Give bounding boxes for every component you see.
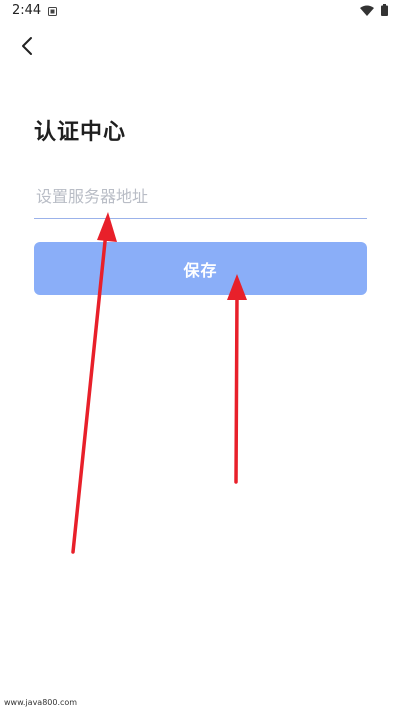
- watermark: www.java800.com: [4, 698, 78, 707]
- back-button[interactable]: [14, 32, 42, 60]
- annotation-layer: [71, 212, 247, 554]
- arrow-to-save-button: [227, 274, 247, 484]
- chevron-left-icon: [22, 37, 32, 55]
- status-time: 2:44: [12, 3, 42, 18]
- status-bar: 2:44: [0, 0, 401, 24]
- save-button-label: 保存: [183, 260, 218, 280]
- save-button[interactable]: 保存: [34, 242, 367, 295]
- battery-icon: [381, 4, 388, 16]
- wifi-icon: [360, 5, 374, 16]
- sim-card-icon: [48, 7, 57, 16]
- page-title: 认证中心: [34, 120, 127, 145]
- auth-center-screen: 2:44 认证中心 保存 w: [0, 0, 401, 713]
- server-address-input[interactable]: [34, 175, 367, 219]
